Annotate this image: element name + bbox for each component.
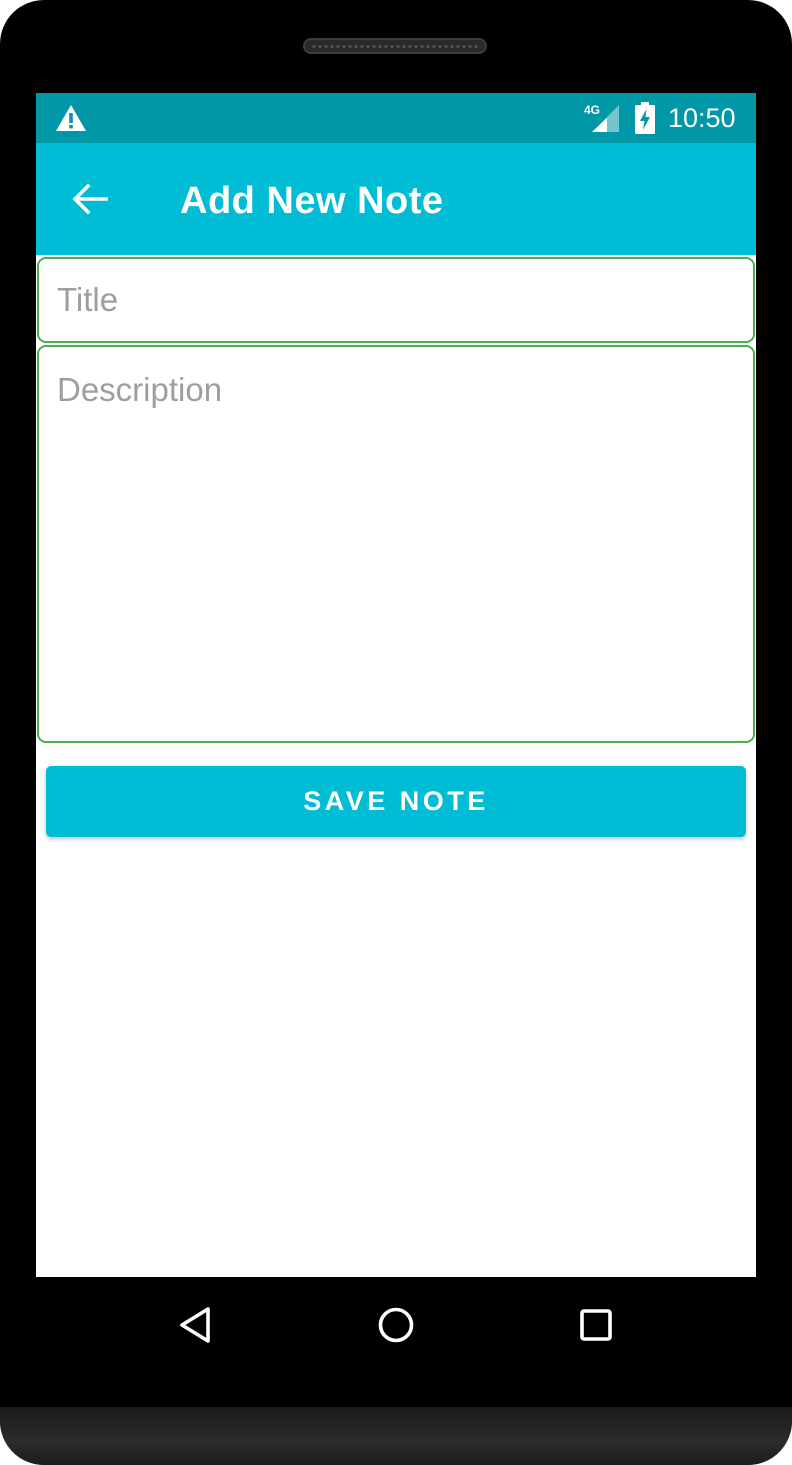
back-button[interactable] bbox=[54, 163, 126, 235]
bottom-bezel bbox=[0, 1407, 792, 1465]
arrow-back-icon bbox=[72, 183, 108, 215]
warning-icon bbox=[56, 105, 86, 131]
signal-4g-icon: 4G bbox=[584, 103, 619, 132]
earpiece-speaker bbox=[303, 38, 487, 54]
battery-charging-icon bbox=[635, 102, 655, 134]
app-bar: Add New Note bbox=[36, 143, 756, 255]
description-input[interactable] bbox=[57, 369, 735, 729]
nav-home-icon bbox=[378, 1307, 414, 1343]
nav-back-button[interactable] bbox=[156, 1297, 236, 1353]
page-title: Add New Note bbox=[180, 180, 444, 222]
nav-recents-button[interactable] bbox=[556, 1297, 636, 1353]
phone-frame: 4G 10:50 Add New Note Title Description … bbox=[0, 0, 792, 1465]
nav-recents-icon bbox=[580, 1309, 612, 1341]
navigation-bar bbox=[0, 1277, 792, 1407]
save-note-button[interactable]: SAVE NOTE bbox=[46, 766, 746, 837]
title-field-container bbox=[37, 257, 755, 343]
status-time: 10:50 bbox=[668, 103, 736, 133]
description-field-container bbox=[37, 345, 755, 743]
network-type-label: 4G bbox=[584, 103, 600, 117]
title-input[interactable] bbox=[57, 257, 735, 343]
nav-home-button[interactable] bbox=[356, 1297, 436, 1353]
status-bar: 4G 10:50 bbox=[36, 93, 756, 143]
app-screen: 4G 10:50 Add New Note Title Description … bbox=[36, 93, 756, 1277]
nav-back-icon bbox=[180, 1307, 210, 1343]
